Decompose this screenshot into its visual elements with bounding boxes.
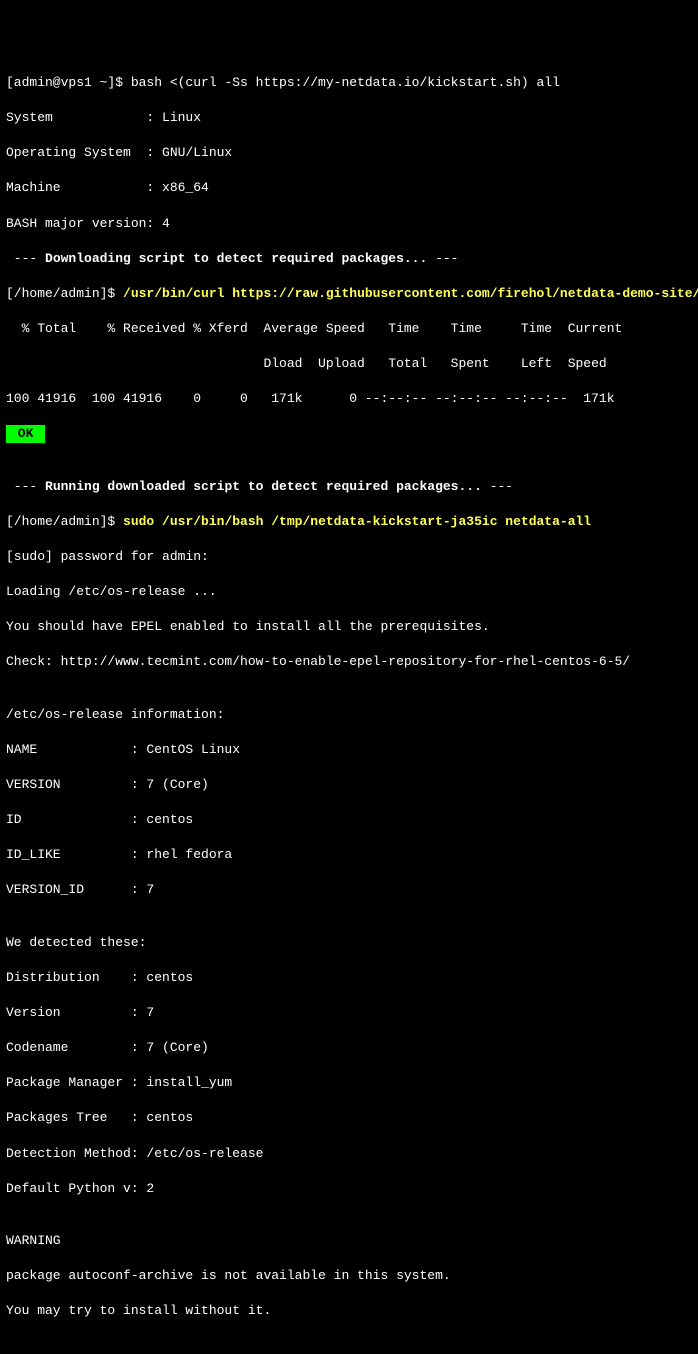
output-line: You may try to install without it.: [6, 1302, 692, 1320]
output-line: Version : 7: [6, 1004, 692, 1022]
warning-line: WARNING: [6, 1232, 692, 1250]
output-line: We detected these:: [6, 934, 692, 952]
section-title: Downloading script to detect required pa…: [45, 251, 427, 266]
shell-prompt: [/home/admin]$: [6, 514, 123, 529]
output-line: /etc/os-release information:: [6, 706, 692, 724]
output-line: Distribution : centos: [6, 969, 692, 987]
output-line: You should have EPEL enabled to install …: [6, 618, 692, 636]
output-line: BASH major version: 4: [6, 215, 692, 233]
section-header: --- Running downloaded script to detect …: [6, 478, 692, 496]
output-line: Default Python v: 2: [6, 1180, 692, 1198]
shell-prompt: [admin@vps1 ~]$: [6, 75, 131, 90]
shell-prompt: [/home/admin]$: [6, 286, 123, 301]
curl-header: % Total % Received % Xferd Average Speed…: [6, 320, 692, 338]
sudo-prompt: [sudo] password for admin:: [6, 548, 692, 566]
output-line: NAME : CentOS Linux: [6, 741, 692, 759]
section-title: Running downloaded script to detect requ…: [45, 479, 482, 494]
curl-progress: 100 41916 100 41916 0 0 171k 0 --:--:-- …: [6, 390, 692, 408]
output-line: VERSION_ID : 7: [6, 881, 692, 899]
dash-prefix: ---: [6, 479, 45, 494]
command-text: sudo /usr/bin/bash /tmp/netdata-kickstar…: [123, 514, 591, 529]
output-line: package autoconf-archive is not availabl…: [6, 1267, 692, 1285]
section-header: --- Downloading script to detect require…: [6, 250, 692, 268]
output-line: Package Manager : install_yum: [6, 1074, 692, 1092]
output-line: Check: http://www.tecmint.com/how-to-ena…: [6, 653, 692, 671]
output-line: Detection Method: /etc/os-release: [6, 1145, 692, 1163]
output-line: ID : centos: [6, 811, 692, 829]
output-line: Machine : x86_64: [6, 179, 692, 197]
curl-header: Dload Upload Total Spent Left Speed: [6, 355, 692, 373]
output-line: Operating System : GNU/Linux: [6, 144, 692, 162]
dash-suffix: ---: [427, 251, 466, 266]
output-line: System : Linux: [6, 109, 692, 127]
prompt-line-1: [admin@vps1 ~]$ bash <(curl -Ss https://…: [6, 74, 692, 92]
output-line: ID_LIKE : rhel fedora: [6, 846, 692, 864]
ok-badge: OK: [6, 425, 45, 443]
output-line: Codename : 7 (Core): [6, 1039, 692, 1057]
dash-suffix: ---: [482, 479, 521, 494]
ok-line: OK: [6, 425, 692, 443]
dash-prefix: ---: [6, 251, 45, 266]
output-line: Loading /etc/os-release ...: [6, 583, 692, 601]
command-text: /usr/bin/curl https://raw.githubusercont…: [123, 286, 698, 301]
command-text: bash <(curl -Ss https://my-netdata.io/ki…: [131, 75, 560, 90]
prompt-line-2: [/home/admin]$ /usr/bin/curl https://raw…: [6, 285, 692, 303]
output-line: VERSION : 7 (Core): [6, 776, 692, 794]
prompt-line-3: [/home/admin]$ sudo /usr/bin/bash /tmp/n…: [6, 513, 692, 531]
output-line: Packages Tree : centos: [6, 1109, 692, 1127]
